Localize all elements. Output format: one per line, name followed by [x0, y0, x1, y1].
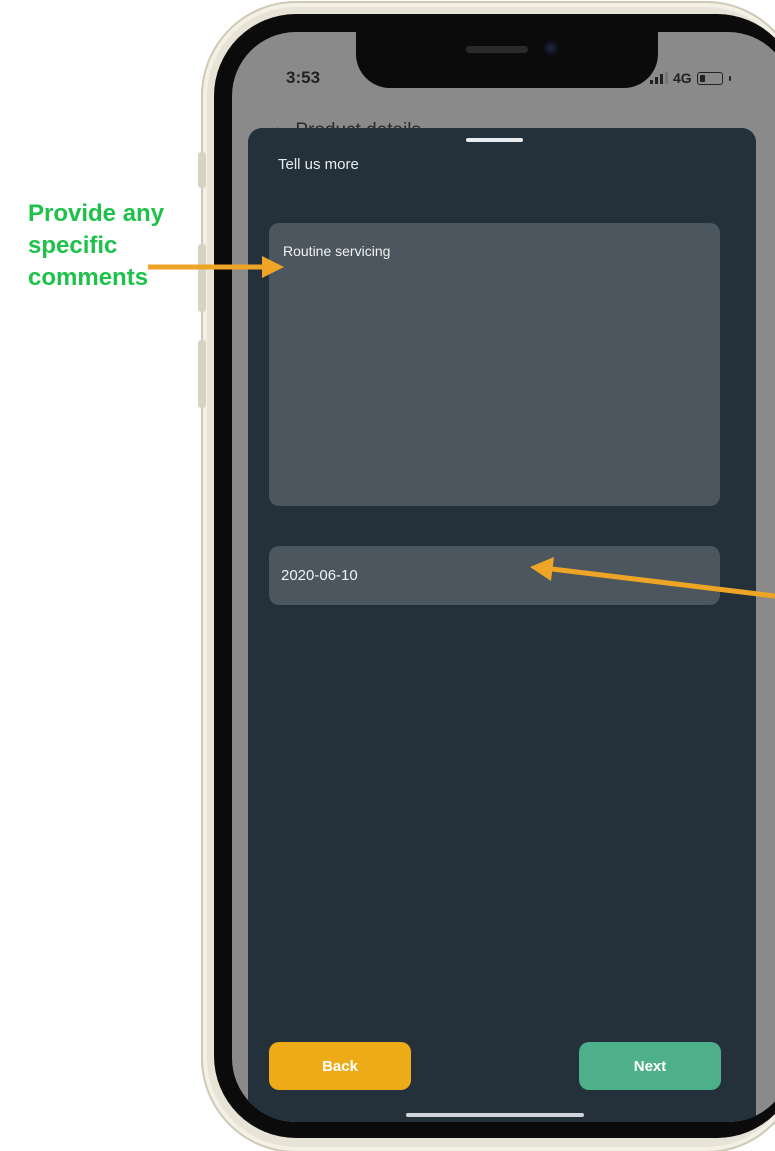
- sheet-grabber[interactable]: [466, 138, 523, 142]
- battery-icon: [696, 71, 723, 85]
- ring-switch: [198, 152, 206, 188]
- notch: [356, 32, 658, 88]
- status-indicators: 4G: [650, 70, 731, 86]
- home-indicator: [406, 1113, 584, 1117]
- back-button[interactable]: Back: [269, 1042, 411, 1090]
- date-field[interactable]: 2020-06-10: [269, 546, 720, 605]
- status-time: 3:53: [286, 68, 321, 87]
- phone-screen: 3:53 4G ‹ Product details Tell us more R…: [232, 32, 775, 1122]
- annotation-callout: Provide any specific comments: [28, 198, 198, 294]
- front-camera-icon: [544, 41, 558, 55]
- annotation-line-3: comments: [28, 264, 149, 291]
- bottom-sheet: Tell us more Routine servicing 2020-06-1…: [248, 128, 756, 1122]
- volume-down-button: [198, 340, 206, 408]
- stage: Provide any specific comments 3:53 4G ‹ …: [0, 0, 775, 1151]
- next-button[interactable]: Next: [579, 1042, 721, 1090]
- signal-icon: [650, 72, 668, 84]
- volume-up-button: [198, 244, 206, 312]
- annotation-line-1: Provide any: [28, 200, 165, 227]
- network-type: 4G: [673, 70, 692, 86]
- comments-value: Routine servicing: [283, 243, 391, 259]
- date-value: 2020-06-10: [281, 567, 358, 584]
- annotation-line-2: specific: [28, 232, 118, 259]
- speaker-grille: [466, 46, 528, 53]
- comments-textarea[interactable]: Routine servicing: [269, 223, 720, 506]
- sheet-title: Tell us more: [278, 156, 359, 173]
- battery-tip: [728, 75, 731, 81]
